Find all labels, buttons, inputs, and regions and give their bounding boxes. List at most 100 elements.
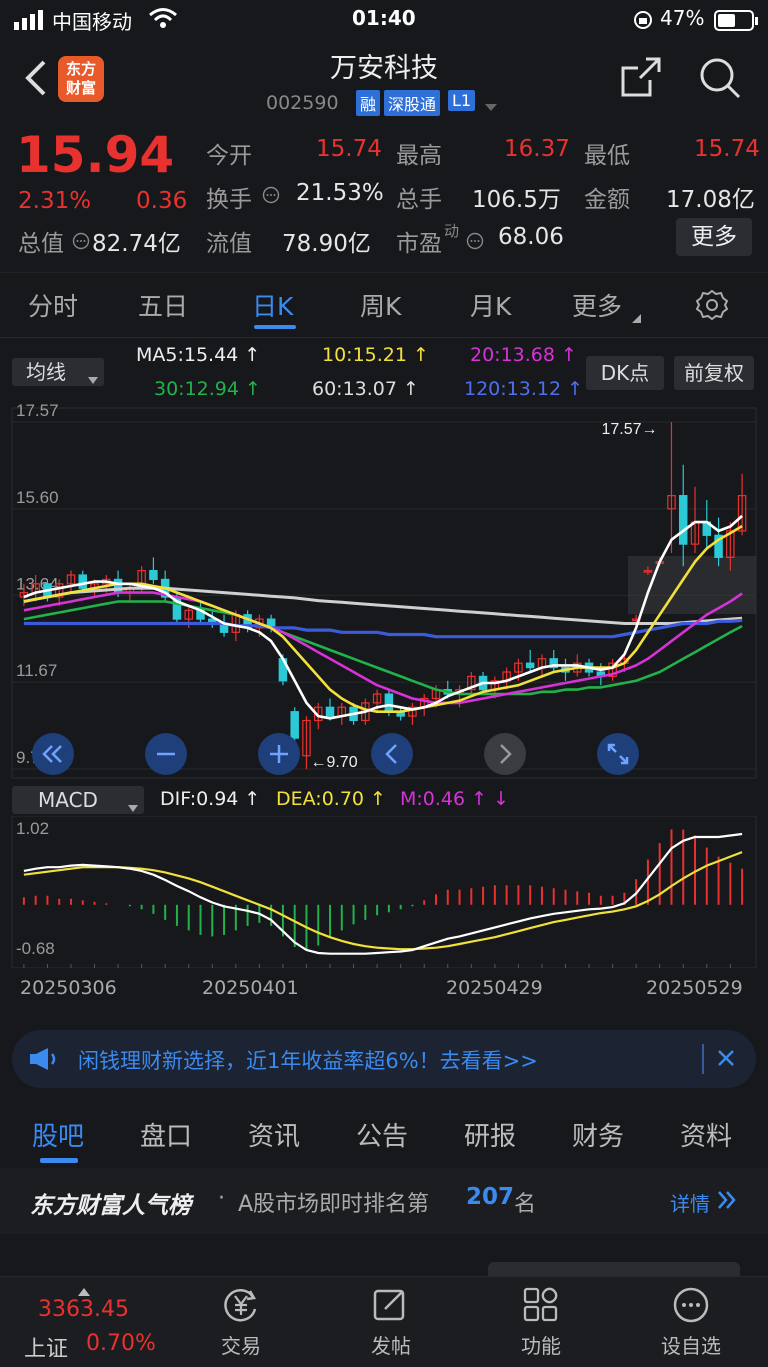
tab-underline: [40, 1158, 78, 1163]
high-annotation: 17.57→: [601, 421, 657, 438]
badge-level: L1: [448, 90, 476, 111]
rank-number: 207: [466, 1184, 515, 1210]
index-name[interactable]: 上证: [24, 1331, 68, 1363]
macd-selector[interactable]: MACD: [12, 786, 144, 814]
nav-label: 交易: [221, 1334, 261, 1358]
macd-m-value: M:0.46 ↑ ↓: [400, 788, 510, 810]
zoom-in-button[interactable]: [258, 733, 300, 775]
x-label: 20250429: [446, 977, 543, 999]
ma30-line: [23, 600, 743, 696]
promo-text: 闲钱理财新选择，近1年收益率超6%！去看看>>: [78, 1049, 538, 1073]
float-value: 78.90亿: [282, 231, 371, 257]
dea-value: DEA:0.70 ↑: [276, 788, 386, 810]
search-icon[interactable]: [698, 56, 742, 104]
float-label: 流值: [206, 231, 252, 257]
y-tick-label: 17.57: [16, 404, 59, 420]
badge-margin: 融: [356, 90, 381, 116]
more-button[interactable]: 更多: [676, 218, 752, 256]
ma5-value: MA5:15.44 ↑: [136, 344, 261, 366]
kline-chart[interactable]: 17.5715.6013.6411.679.7017.57→←9.70: [0, 404, 768, 780]
divider: [702, 1044, 704, 1074]
candle-body: [78, 574, 88, 589]
x-label: 20250529: [646, 977, 743, 999]
tab-finance[interactable]: 财务: [572, 1116, 624, 1153]
ma60-value: 60:13.07 ↑: [312, 378, 419, 400]
rank-text: A股市场即时排名第: [238, 1192, 430, 1217]
turnover-label: 换手: [206, 187, 252, 213]
amount-value: 17.08亿: [666, 187, 755, 213]
tab-daily-k[interactable]: 日K: [252, 287, 293, 323]
scroll-right-button[interactable]: [484, 733, 526, 775]
dropdown-icon: [128, 797, 138, 816]
info-icon[interactable]: [72, 232, 90, 254]
low-annotation: ←9.70: [310, 754, 357, 771]
macd-dea-line: [23, 851, 743, 951]
nav-trade[interactable]: 交易: [186, 1285, 296, 1359]
macd-y-tick-label: -0.68: [16, 939, 55, 958]
tab-orderbook[interactable]: 盘口: [140, 1116, 192, 1153]
dif-value: DIF:0.94 ↑: [160, 788, 261, 810]
popularity-rank-bar[interactable]: 东方财富人气榜 · A股市场即时排名第 207 名 详情: [0, 1168, 768, 1234]
candle-body: [384, 693, 394, 713]
status-bar: 中国移动 01:40 47%: [0, 0, 768, 40]
rank-suffix: 名: [514, 1192, 537, 1217]
low-label: 最低: [584, 143, 630, 169]
fullscreen-button[interactable]: [597, 733, 639, 775]
candle-body: [525, 662, 535, 669]
close-icon[interactable]: [716, 1048, 736, 1072]
volume-value: 106.5万: [472, 187, 561, 213]
scroll-left-button[interactable]: [371, 733, 413, 775]
index-percent[interactable]: 0.70%: [86, 1331, 156, 1356]
y-tick-label: 11.67: [16, 661, 57, 680]
macd-chart[interactable]: 1.02 -0.68: [0, 816, 768, 968]
carrier: 中国移动: [52, 10, 132, 34]
nav-functions[interactable]: 功能: [486, 1285, 596, 1359]
rank-brand: 东方财富人气榜: [30, 1193, 191, 1219]
nav-label: 发帖: [371, 1334, 411, 1358]
stock-header: 东方 财富 万安科技 002590 融 深股通 L1: [0, 40, 768, 120]
corner-arrow-icon: [632, 309, 642, 328]
double-left-icon: [42, 745, 62, 763]
x-label: 20250401: [202, 977, 299, 999]
chevron-left-icon: [385, 744, 397, 764]
dropdown-icon[interactable]: [484, 98, 498, 117]
total-value: 82.74亿: [92, 231, 181, 257]
rotation-lock-icon: [632, 9, 654, 36]
promo-banner[interactable]: 闲钱理财新选择，近1年收益率超6%！去看看>>: [12, 1030, 756, 1088]
info-icon[interactable]: [466, 232, 484, 254]
nav-post[interactable]: 发帖: [336, 1285, 446, 1359]
total-value-label: 总值: [18, 231, 64, 257]
tab-profile[interactable]: 资料: [680, 1116, 732, 1153]
ma120-value: 120:13.12 ↑: [464, 378, 584, 400]
nav-add-watchlist[interactable]: 设自选: [636, 1285, 746, 1359]
rank-detail-link[interactable]: 详情: [670, 1188, 710, 1217]
tab-intraday[interactable]: 分时: [28, 287, 78, 323]
y-tick-label: 15.60: [16, 488, 59, 507]
minus-icon: [157, 752, 175, 756]
tab-news[interactable]: 资讯: [248, 1116, 300, 1153]
battery-icon: [714, 10, 758, 37]
settings-icon[interactable]: [695, 289, 729, 325]
more-circle-icon: [673, 1287, 709, 1323]
macd-frame: [11, 816, 757, 968]
tab-forum[interactable]: 股吧: [32, 1116, 84, 1153]
nav-label: 功能: [521, 1334, 561, 1358]
last-price: 15.94: [16, 126, 175, 184]
tab-five-day[interactable]: 五日: [138, 287, 188, 323]
tab-more[interactable]: 更多: [572, 287, 622, 323]
tab-monthly-k[interactable]: 月K: [470, 287, 511, 323]
pe-value: 68.06: [498, 224, 564, 250]
quote-panel: 15.94 2.31% 0.36 总值 82.74亿 今开 15.74 最高 1…: [0, 120, 768, 270]
adjust-mode-button[interactable]: 前复权: [674, 356, 754, 390]
dk-point-button[interactable]: DK点: [586, 356, 664, 390]
zoom-fast-left-button[interactable]: [32, 733, 74, 775]
index-value[interactable]: 3363.45: [38, 1297, 129, 1322]
info-icon[interactable]: [262, 186, 280, 208]
zoom-out-button[interactable]: [145, 733, 187, 775]
signal-icon: [14, 10, 44, 30]
tab-research[interactable]: 研报: [464, 1116, 516, 1153]
share-icon[interactable]: [620, 56, 662, 102]
amount-label: 金额: [584, 187, 630, 213]
tab-announcements[interactable]: 公告: [356, 1116, 408, 1153]
tab-weekly-k[interactable]: 周K: [360, 287, 401, 323]
